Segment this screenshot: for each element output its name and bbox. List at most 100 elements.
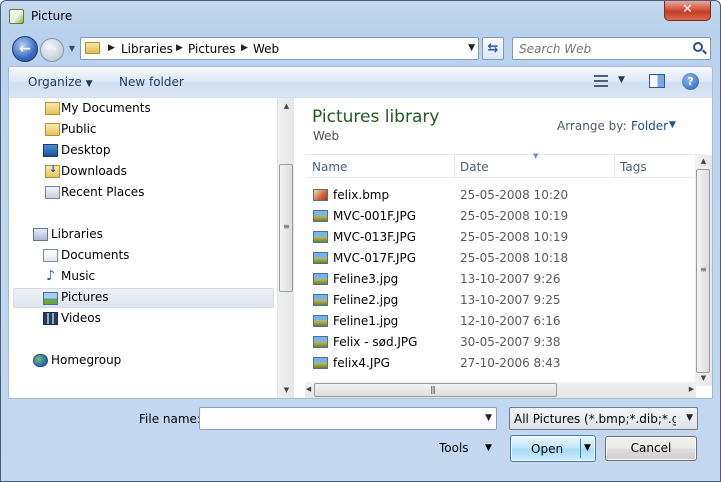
grip-icon: ≡ [700, 265, 707, 274]
image-file-icon [313, 336, 328, 348]
sidebar-item-label: Documents [61, 248, 130, 262]
chevron-down-icon[interactable]: ▼ [669, 120, 676, 130]
organize-label: Organize [28, 75, 82, 89]
chevron-down-icon[interactable]: ▼ [485, 443, 492, 453]
dialog-footer: File name: ▼ All Pictures (*.bmp;*.dib;*… [1, 400, 720, 481]
file-name: Feline3.jpg [333, 272, 399, 286]
preview-pane-icon[interactable] [649, 74, 665, 88]
grip-icon: ≡ [283, 222, 290, 231]
sidebar-item-label: Libraries [51, 227, 103, 241]
file-row[interactable]: MVC-001F.JPG 25-05-2008 10:19 [306, 206, 705, 227]
scroll-up-icon[interactable]: ▲ [279, 102, 294, 110]
sidebar-item-music[interactable]: ♪ Music [13, 267, 274, 287]
file-row[interactable]: Felix - sød.JPG 30-05-2007 9:38 [306, 332, 705, 353]
column-header-date[interactable]: Date [460, 160, 489, 174]
tools-button[interactable]: Tools [439, 441, 469, 455]
scrollbar-thumb[interactable]: ≡ [696, 169, 710, 373]
breadcrumb-pictures[interactable]: Pictures [188, 42, 236, 56]
file-row[interactable]: MVC-017F.JPG 25-05-2008 10:18 [306, 248, 705, 269]
help-icon[interactable]: ? [682, 73, 699, 90]
file-list-vertical-scrollbar[interactable]: ▲ ≡ ▼ [695, 155, 712, 386]
cancel-button[interactable]: Cancel [605, 436, 697, 461]
sidebar-item-desktop[interactable]: Desktop [13, 141, 274, 161]
new-folder-button[interactable]: New folder [119, 75, 184, 89]
file-row[interactable]: Feline2.jpg 13-10-2007 9:25 [306, 290, 705, 311]
image-file-icon [313, 294, 328, 306]
column-divider[interactable] [614, 155, 615, 178]
file-type-filter[interactable]: All Pictures (*.bmp;*.dib;*.gif;*. ▼ [509, 407, 698, 430]
breadcrumb-separator-icon[interactable]: ▶ [108, 43, 115, 53]
address-dropdown-icon[interactable]: ▼ [468, 43, 475, 53]
scroll-right-icon[interactable]: ▶ [684, 385, 699, 393]
search-input[interactable] [519, 42, 679, 56]
sidebar-item-documents[interactable]: Documents [13, 246, 274, 266]
file-name: felix4.JPG [333, 356, 390, 370]
file-date: 25-05-2008 10:19 [460, 230, 569, 244]
file-name-field[interactable]: ▼ [199, 407, 497, 430]
file-row[interactable]: Feline3.jpg 13-10-2007 9:26 [306, 269, 705, 290]
arrange-by-dropdown[interactable]: Folder [631, 119, 668, 133]
sidebar-item-homegroup[interactable]: Homegroup [13, 351, 274, 371]
file-name-dropdown-icon[interactable]: ▼ [485, 413, 492, 423]
search-icon[interactable] [693, 42, 703, 52]
sidebar-item-downloads[interactable]: Downloads [13, 162, 274, 182]
breadcrumb-separator-icon[interactable]: ▶ [176, 43, 183, 53]
sidebar-item-label: Recent Places [61, 185, 145, 199]
column-header-tags[interactable]: Tags [620, 160, 647, 174]
downloads-icon [45, 164, 60, 178]
chevron-down-icon: ▼ [85, 79, 93, 89]
image-file-icon [313, 273, 328, 285]
address-bar[interactable]: ▶ Libraries ▶ Pictures ▶ Web ▼ [80, 37, 479, 60]
navigation-scrollbar[interactable]: ▲ ≡ ▼ [277, 98, 294, 398]
forward-button[interactable]: → [40, 38, 64, 62]
image-file-icon [313, 315, 328, 327]
sidebar-item-libraries[interactable]: Libraries [13, 225, 274, 245]
file-name: MVC-013F.JPG [333, 230, 417, 244]
folder-icon [45, 123, 60, 136]
desktop-icon [43, 144, 58, 157]
sidebar-item-my-documents[interactable]: My Documents [13, 99, 274, 119]
file-date: 27-10-2006 8:43 [460, 356, 561, 370]
column-header: Name ▼ Date Tags [306, 152, 705, 178]
view-options-dropdown-icon[interactable]: ▼ [618, 75, 625, 85]
scroll-down-icon[interactable]: ▼ [696, 374, 711, 382]
refresh-button[interactable]: ⇆ [482, 37, 504, 60]
search-box[interactable] [512, 37, 711, 60]
sidebar-item-pictures[interactable]: Pictures [13, 288, 274, 308]
library-title: Pictures library [312, 107, 440, 127]
breadcrumb-libraries[interactable]: Libraries [121, 42, 173, 56]
image-file-icon [313, 357, 328, 369]
file-date: 13-10-2007 9:25 [460, 293, 561, 307]
scroll-up-icon[interactable]: ▲ [696, 157, 711, 165]
scrollbar-thumb[interactable]: ||| [314, 383, 557, 397]
recent-pages-dropdown-icon[interactable]: ▼ [66, 42, 78, 56]
breadcrumb-separator-icon[interactable]: ▶ [241, 43, 248, 53]
file-row[interactable]: felix4.JPG 27-10-2006 8:43 [306, 353, 705, 374]
scroll-down-icon[interactable]: ▼ [279, 386, 294, 394]
column-header-name[interactable]: Name [312, 160, 347, 174]
open-options-dropdown-icon[interactable]: ▼ [584, 443, 591, 453]
sidebar-item-recent-places[interactable]: Recent Places [13, 183, 274, 203]
column-divider[interactable] [454, 155, 455, 178]
file-list-pane: Pictures library Web Arrange by: Folder … [298, 98, 712, 398]
chevron-down-icon[interactable]: ▼ [686, 413, 693, 423]
image-file-icon [313, 210, 328, 222]
sidebar-item-videos[interactable]: Videos [13, 309, 274, 329]
file-row[interactable]: felix.bmp 25-05-2008 10:20 [306, 185, 705, 206]
breadcrumb-web[interactable]: Web [253, 42, 279, 56]
sidebar-item-label: Desktop [61, 143, 111, 157]
file-name: Feline1.jpg [333, 314, 399, 328]
close-button[interactable]: ✕ [664, 1, 711, 21]
file-list-horizontal-scrollbar[interactable]: ◀ ||| ▶ [305, 382, 696, 398]
open-button[interactable]: Open ▼ [510, 435, 596, 462]
scrollbar-thumb[interactable]: ≡ [279, 164, 293, 292]
organize-button[interactable]: Organize ▼ [28, 75, 93, 89]
change-view-icon[interactable] [594, 75, 608, 87]
file-row[interactable]: Feline1.jpg 12-10-2007 6:16 [306, 311, 705, 332]
file-row[interactable]: MVC-013F.JPG 25-05-2008 10:19 [306, 227, 705, 248]
file-date: 25-05-2008 10:20 [460, 188, 569, 202]
grip-icon: ||| [430, 385, 436, 394]
sidebar-item-public[interactable]: Public [13, 120, 274, 140]
window-title: Picture [31, 9, 73, 23]
back-button[interactable]: ← [12, 36, 38, 62]
